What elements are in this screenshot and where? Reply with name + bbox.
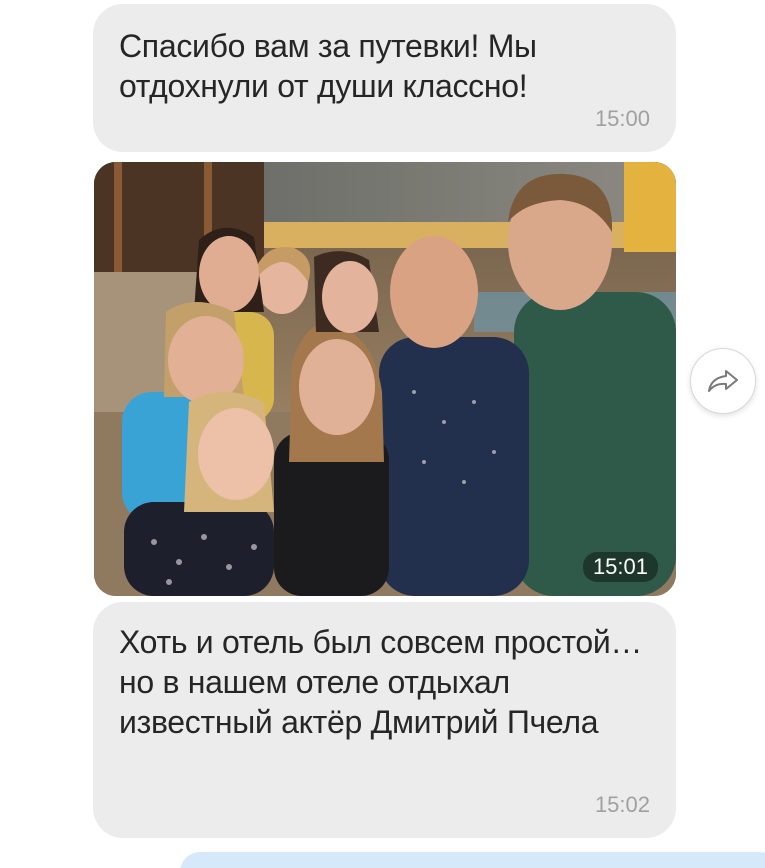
message-text: Спасибо вам за путевки! Мы отдохнули от … [119, 28, 537, 104]
group-photo [94, 162, 676, 596]
forward-button[interactable] [690, 348, 756, 414]
message-timestamp: 15:02 [594, 792, 650, 817]
chat-view: Спасибо вам за путевки! Мы отдохнули от … [0, 0, 765, 868]
forward-arrow-icon [708, 370, 738, 392]
message-timestamp: 15:00 [594, 106, 650, 131]
message-bubble-outgoing[interactable] [180, 852, 765, 868]
photo-message[interactable]: 15:01 [94, 162, 676, 596]
message-bubble-incoming[interactable]: Хоть и отель был совсем простой… но в на… [93, 602, 676, 838]
message-bubble-incoming[interactable]: Спасибо вам за путевки! Мы отдохнули от … [93, 4, 676, 152]
message-text: Хоть и отель был совсем простой… но в на… [119, 624, 643, 740]
photo-timestamp: 15:01 [582, 552, 658, 582]
